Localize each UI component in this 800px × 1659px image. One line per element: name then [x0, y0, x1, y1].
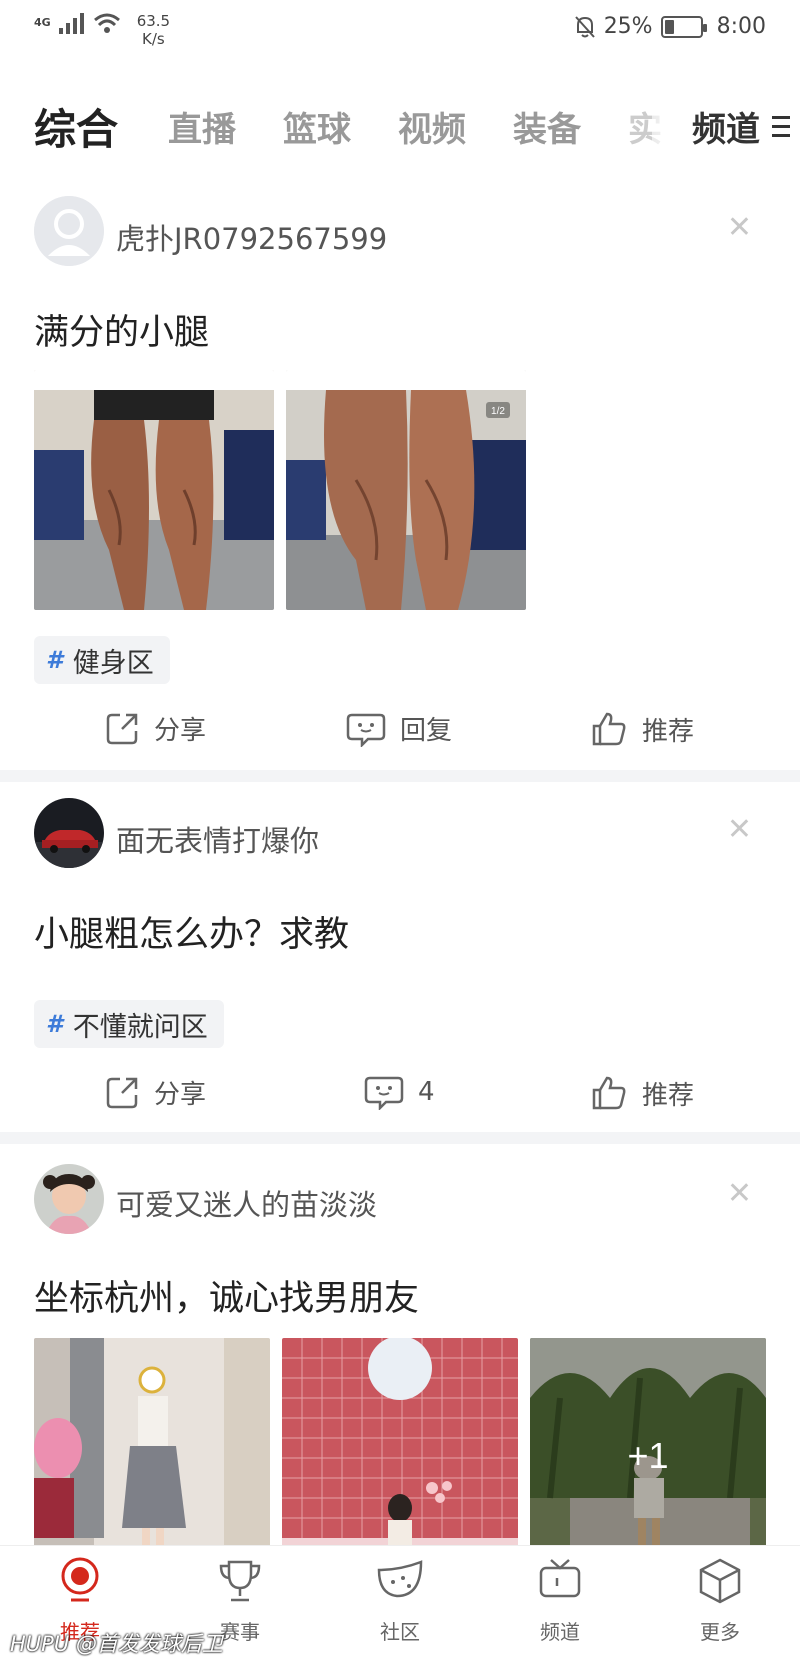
reply-button[interactable]: 4	[364, 1074, 435, 1110]
channel-label: 频道	[692, 109, 760, 150]
avatar[interactable]	[34, 798, 104, 868]
post-card-3[interactable]: 可爱又迷人的苗淡淡 ✕ 坐标杭州，诚心找男朋友 +1	[0, 1144, 800, 1574]
signal-icon	[58, 13, 84, 34]
status-right: 25% 8:00	[574, 14, 766, 39]
tab-video[interactable]: 视频	[398, 102, 466, 151]
post-title[interactable]: 满分的小腿	[34, 304, 209, 355]
post-card-1[interactable]: 虎扑JR0792567599 ✕ 满分的小腿 1/2 # 健身区 分享 回复 推…	[0, 180, 800, 770]
battery-fill	[664, 19, 674, 34]
thumbs-up-icon	[592, 712, 626, 746]
nav-label: 社区	[380, 1620, 420, 1644]
network-type: 4G	[34, 16, 51, 29]
channel-button[interactable]: 频道	[652, 96, 790, 156]
cube-icon	[699, 1558, 741, 1604]
hashtag-icon: #	[46, 1010, 63, 1038]
tab-zonghe[interactable]: 综合	[34, 96, 118, 157]
post-image-2[interactable]	[282, 1338, 518, 1574]
pink-tile-photo	[282, 1338, 518, 1574]
watermark: HUPU @首发发球后卫	[10, 1632, 223, 1656]
tag-label: 健身区	[72, 647, 154, 679]
action-bar: 分享 回复 推荐	[0, 710, 800, 760]
recommend-label: 推荐	[642, 716, 695, 747]
recommend-button[interactable]: 推荐	[590, 710, 694, 748]
share-icon	[106, 713, 138, 744]
tab-basketball[interactable]: 篮球	[283, 102, 351, 151]
avatar[interactable]	[34, 196, 104, 266]
status-left: 4G 63.5 K/s	[34, 12, 170, 48]
username[interactable]: 虎扑JR0792567599	[116, 216, 387, 258]
hashtag-icon: #	[46, 646, 63, 674]
nav-label: 更多	[700, 1620, 740, 1644]
topic-tag[interactable]: # 不懂就问区	[34, 1000, 224, 1048]
nav-channel[interactable]: 频道	[505, 1556, 615, 1645]
battery-percent: 25%	[603, 14, 653, 39]
trophy-icon	[219, 1560, 261, 1602]
clock: 8:00	[716, 14, 766, 39]
post-image-3[interactable]: +1	[530, 1338, 766, 1574]
nav-label: 频道	[540, 1620, 580, 1644]
network-speed: 63.5 K/s	[137, 12, 170, 48]
post-title[interactable]: 坐标杭州，诚心找男朋友	[34, 1270, 419, 1321]
battery-icon	[660, 15, 707, 38]
username[interactable]: 面无表情打爆你	[116, 818, 319, 860]
speed-unit: K/s	[142, 30, 165, 48]
post-image-1[interactable]	[34, 1338, 270, 1574]
app-root: 4G 63.5 K/s 25% 8:00 综合 直播 篮球 视频 装备 实 频道…	[0, 0, 800, 1659]
mute-bell-icon	[574, 15, 595, 38]
wifi-icon	[93, 13, 120, 33]
share-button[interactable]: 分享	[104, 1074, 206, 1111]
share-label: 分享	[154, 1080, 207, 1110]
close-icon[interactable]: ✕	[727, 812, 752, 847]
comment-icon	[346, 713, 386, 747]
watermelon-icon	[377, 1560, 423, 1598]
default-avatar-icon	[34, 196, 104, 266]
recommend-button[interactable]: 推荐	[590, 1074, 694, 1112]
share-icon	[106, 1077, 138, 1108]
reply-button[interactable]: 回复	[346, 710, 452, 747]
nav-more[interactable]: 更多	[665, 1556, 775, 1645]
avatar[interactable]	[34, 1164, 104, 1234]
post-card-2[interactable]: 面无表情打爆你 ✕ 小腿粗怎么办？求教 # 不懂就问区 分享 4 推荐	[0, 782, 800, 1132]
topic-tag[interactable]: # 健身区	[34, 636, 170, 684]
fitting-room-photo	[34, 1338, 270, 1574]
post-image-1[interactable]	[34, 370, 274, 610]
card-separator	[0, 1132, 800, 1144]
close-icon[interactable]: ✕	[727, 210, 752, 245]
comment-icon	[364, 1076, 404, 1110]
calves-photo-1	[34, 370, 274, 610]
calves-photo-2: 1/2	[286, 370, 526, 610]
share-label: 分享	[154, 716, 207, 746]
recommend-icon	[61, 1557, 99, 1602]
child-avatar-image	[34, 1164, 104, 1234]
top-tabs: 综合 直播 篮球 视频 装备 实 频道	[0, 90, 800, 170]
action-bar: 分享 4 推荐	[0, 1074, 800, 1124]
post-title[interactable]: 小腿粗怎么办？求教	[34, 906, 349, 957]
speed-value: 63.5	[136, 12, 171, 30]
username[interactable]: 可爱又迷人的苗淡淡	[116, 1182, 377, 1224]
reply-count: 4	[418, 1077, 435, 1107]
status-bar: 4G 63.5 K/s 25% 8:00	[0, 0, 800, 62]
card-separator	[0, 770, 800, 782]
tag-label: 不懂就问区	[72, 1011, 208, 1043]
car-avatar-image	[34, 798, 104, 868]
share-button[interactable]: 分享	[104, 710, 206, 747]
more-images-count: +1	[627, 1435, 669, 1476]
post-image-2[interactable]: 1/2	[286, 370, 526, 610]
thumbs-up-icon	[592, 1076, 626, 1110]
reply-label: 回复	[400, 716, 453, 746]
image-counter: 1/2	[491, 406, 505, 417]
tab-live[interactable]: 直播	[168, 102, 236, 151]
nav-community[interactable]: 社区	[345, 1556, 455, 1645]
menu-icon	[772, 115, 790, 137]
close-icon[interactable]: ✕	[727, 1176, 752, 1211]
recommend-label: 推荐	[642, 1080, 695, 1111]
tab-gear[interactable]: 装备	[513, 102, 581, 151]
tv-icon	[539, 1559, 581, 1598]
